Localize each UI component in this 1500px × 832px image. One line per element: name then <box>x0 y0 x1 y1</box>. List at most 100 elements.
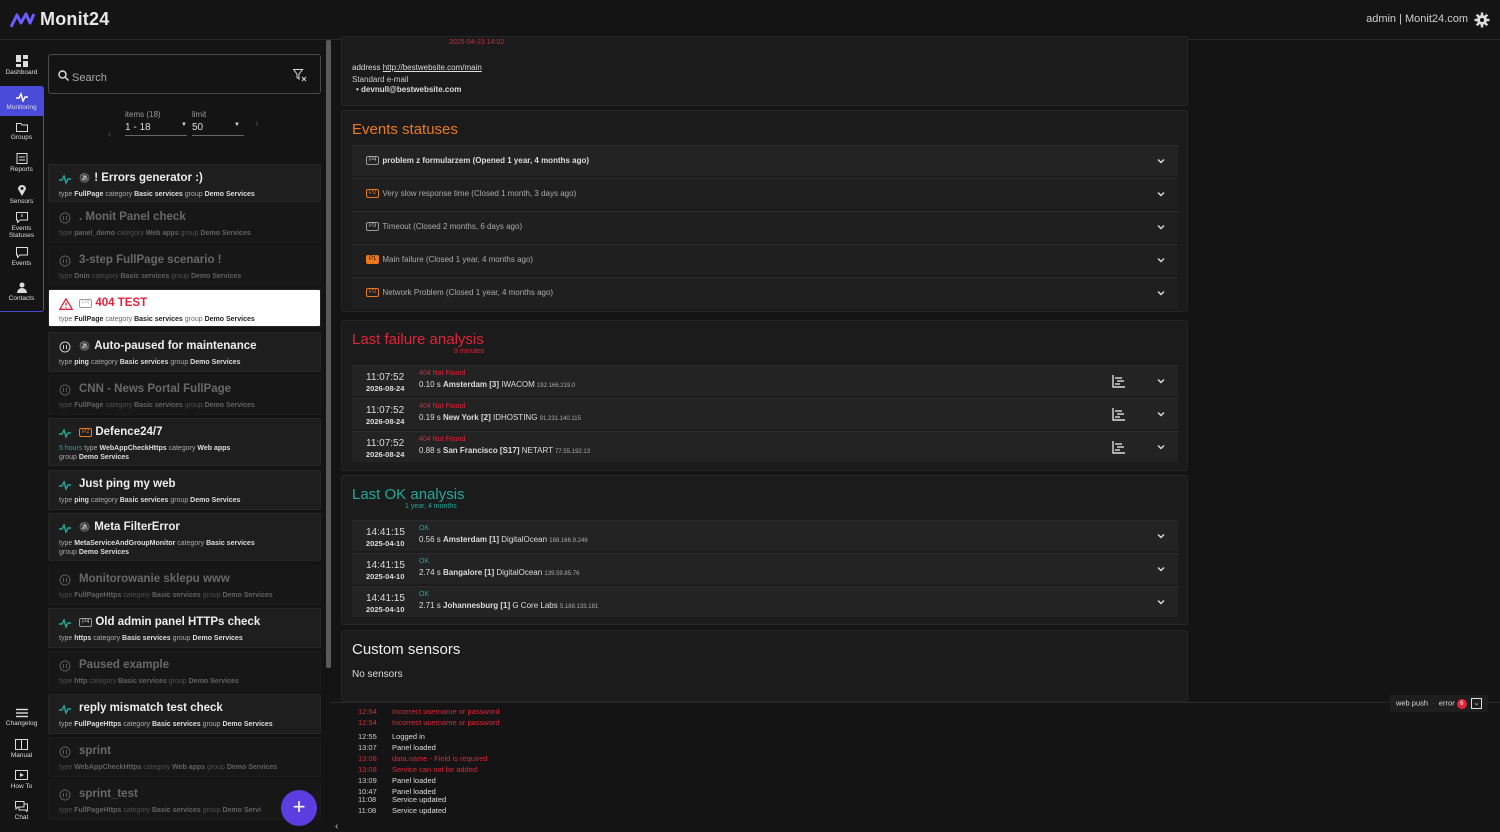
service-card[interactable]: Monitorowanie sklepu www type FullPageHtt… <box>48 565 321 605</box>
chevron-down-icon[interactable] <box>1156 156 1166 166</box>
log-message: Panel loaded <box>392 743 436 752</box>
chevron-down-icon[interactable] <box>1156 531 1166 541</box>
chevron-down-icon[interactable] <box>1156 376 1166 386</box>
search-input[interactable]: Search <box>72 72 107 84</box>
analysis-row[interactable]: 11:07:52 2026-08-24 404 Not Found 0.10 s Am… <box>352 365 1178 396</box>
pause-icon <box>59 341 71 353</box>
limit-select[interactable]: limit 50 ▼ <box>192 110 244 136</box>
analysis-duration: 0.56 s <box>419 535 444 544</box>
last-ok-title: Last OK analysis <box>352 486 465 503</box>
service-card[interactable]: 3-step FullPage scenario ! type Dnin cate… <box>48 246 321 286</box>
nav-monitoring[interactable]: Monitoring <box>0 86 43 116</box>
service-card[interactable]: Paused example type http category Basic s… <box>48 651 321 691</box>
nav-changelog[interactable]: Changelog <box>0 708 43 727</box>
service-card[interactable]: 🔕 Meta FilterError type MetaServiceAndGrou… <box>48 513 321 561</box>
list-icon <box>15 708 28 718</box>
nav-manual[interactable]: Manual <box>0 739 43 759</box>
chevron-down-icon[interactable] <box>1156 409 1166 419</box>
prev-page-icon[interactable]: ‹ <box>108 129 111 140</box>
address-link[interactable]: http://bestwebsite.com/main <box>383 63 482 72</box>
meta-label: group <box>206 764 227 771</box>
nav-chat[interactable]: Chat <box>0 801 43 821</box>
event-row[interactable]: P1 Main failure (Closed 1 year, 4 months … <box>352 244 1178 275</box>
log-time: 11:08 <box>358 806 377 815</box>
meta-label: type <box>59 359 75 366</box>
list-scrollbar[interactable] <box>326 40 331 668</box>
chevron-down-icon[interactable] <box>1156 564 1166 574</box>
nav-events[interactable]: Events <box>0 247 43 267</box>
chevron-left-icon[interactable]: ‹ <box>335 821 338 832</box>
service-card[interactable]: reply mismatch test check type FullPageHt… <box>48 694 321 734</box>
user-menu[interactable]: admin | Monit24.com <box>1366 13 1468 25</box>
timeline-chart-icon[interactable] <box>1112 407 1126 421</box>
web-push-toggle[interactable]: web push <box>1396 698 1428 707</box>
nav-how-to-label: How To <box>10 783 33 790</box>
pause-icon <box>59 574 71 586</box>
search-box[interactable]: Search <box>48 54 321 94</box>
analysis-city: Amsterdam [3] <box>443 380 502 389</box>
logo[interactable]: Monit24 <box>10 9 109 30</box>
add-service-button[interactable]: + <box>281 790 317 826</box>
chevron-down-icon[interactable] <box>1156 597 1166 607</box>
event-row[interactable]: P3 Timeout (Closed 2 months, 6 days ago) <box>352 211 1178 242</box>
next-page-icon[interactable]: › <box>255 118 258 129</box>
chevron-down-icon[interactable] <box>1156 255 1166 265</box>
analysis-row[interactable]: 11:07:52 2026-08-24 404 Not Found 0.88 s Sa… <box>352 431 1178 462</box>
service-card[interactable]: P2 Defence24/7 5 hours type WebAppCheckHtt… <box>48 418 321 466</box>
event-row[interactable]: P2 Very slow response time (Closed 1 mont… <box>352 178 1178 209</box>
nav-groups[interactable]: Groups <box>0 122 43 141</box>
bell-off-icon: 🔕 <box>79 341 91 351</box>
priority-badge: P1 <box>366 255 380 264</box>
timeline-chart-icon[interactable] <box>1112 374 1126 388</box>
filter-icon[interactable] <box>293 69 307 82</box>
nav-how-to[interactable]: How To <box>0 770 43 790</box>
gear-icon[interactable] <box>1474 12 1490 28</box>
nav-sensors[interactable]: Sensors <box>0 184 43 205</box>
analysis-row[interactable]: 14:41:15 2025-04-10 OK 0.56 s Amsterdam [1]… <box>352 520 1178 551</box>
chevron-down-icon[interactable] <box>1156 442 1166 452</box>
analysis-row[interactable]: 14:41:15 2025-04-10 OK 2.74 s Bangalore [1]… <box>352 553 1178 584</box>
analysis-provider: DigitalOcean <box>496 568 545 577</box>
nav-contacts-label: Contacts <box>8 295 35 302</box>
meta-label: group <box>168 678 189 685</box>
service-card[interactable]: 🔕! Errors generator :) type FullPage cate… <box>48 164 321 202</box>
nav-reports[interactable]: Reports <box>0 153 43 173</box>
chevron-down-icon[interactable] <box>1156 288 1166 298</box>
analysis-row[interactable]: 11:07:52 2026-08-24 404 Not Found 0.19 s Ne… <box>352 398 1178 429</box>
pulse-icon <box>59 523 71 534</box>
meta-label: category <box>123 592 152 599</box>
pause-icon <box>59 660 71 672</box>
timeline-chart-icon[interactable] <box>1112 440 1126 454</box>
chevron-down-icon[interactable] <box>1156 189 1166 199</box>
service-card[interactable]: P4 404 TEST type FullPage category Basic s… <box>48 289 321 327</box>
nav-events-statuses[interactable]: Events Statuses <box>0 212 43 239</box>
service-card[interactable]: 🔕 Auto-paused for maintenance type ping ca… <box>48 332 321 372</box>
collapse-log-icon[interactable]: ⌄ <box>1471 698 1482 709</box>
service-card[interactable]: . Monit Panel check type panel_demo categ… <box>48 203 321 243</box>
meta-label: type <box>59 273 75 280</box>
analysis-row[interactable]: 14:41:15 2025-04-10 OK 2.71 s Johannesburg … <box>352 586 1178 617</box>
event-row[interactable]: P4 problem z formularzem (Opened 1 year, … <box>352 145 1178 176</box>
chevron-down-icon[interactable] <box>1156 222 1166 232</box>
service-list-panel: Search ‹ items (18) 1 - 18 ▼ limit 50 ▼ … <box>44 40 326 832</box>
log-entry: 12:54 Incorrect username or password <box>358 718 500 727</box>
service-card[interactable]: P4 Old admin panel HTTPs check type https … <box>48 608 321 648</box>
service-card[interactable]: CNN - News Portal FullPage type FullPage … <box>48 375 321 415</box>
nav-dashboard[interactable]: Dashboard <box>0 55 43 79</box>
meta-label: type <box>59 592 75 599</box>
items-select[interactable]: items (18) 1 - 18 ▼ <box>125 110 187 136</box>
event-row[interactable]: P2 Network Problem (Closed 1 year, 4 mont… <box>352 277 1178 308</box>
meta-label: group <box>170 497 191 504</box>
priority-badge: P4 <box>79 299 93 308</box>
service-card[interactable]: sprint type WebAppCheckHttps category Web… <box>48 737 321 777</box>
service-card[interactable]: Just ping my web type ping category Basic… <box>48 470 321 510</box>
service-card-title: 🔕 Auto-paused for maintenance <box>79 340 257 352</box>
service-card[interactable]: sprint_test type FullPageHttps category B… <box>48 780 321 820</box>
log-time: 12:55 <box>358 732 377 741</box>
meta-value: Demo Servi <box>222 807 261 814</box>
service-name: Monitorowanie sklepu www <box>79 573 230 585</box>
meta-value: Demo Services <box>222 721 273 728</box>
nav-contacts[interactable]: Contacts <box>0 282 43 302</box>
error-filter[interactable]: error <box>1439 698 1455 707</box>
pulse-icon <box>15 92 28 102</box>
